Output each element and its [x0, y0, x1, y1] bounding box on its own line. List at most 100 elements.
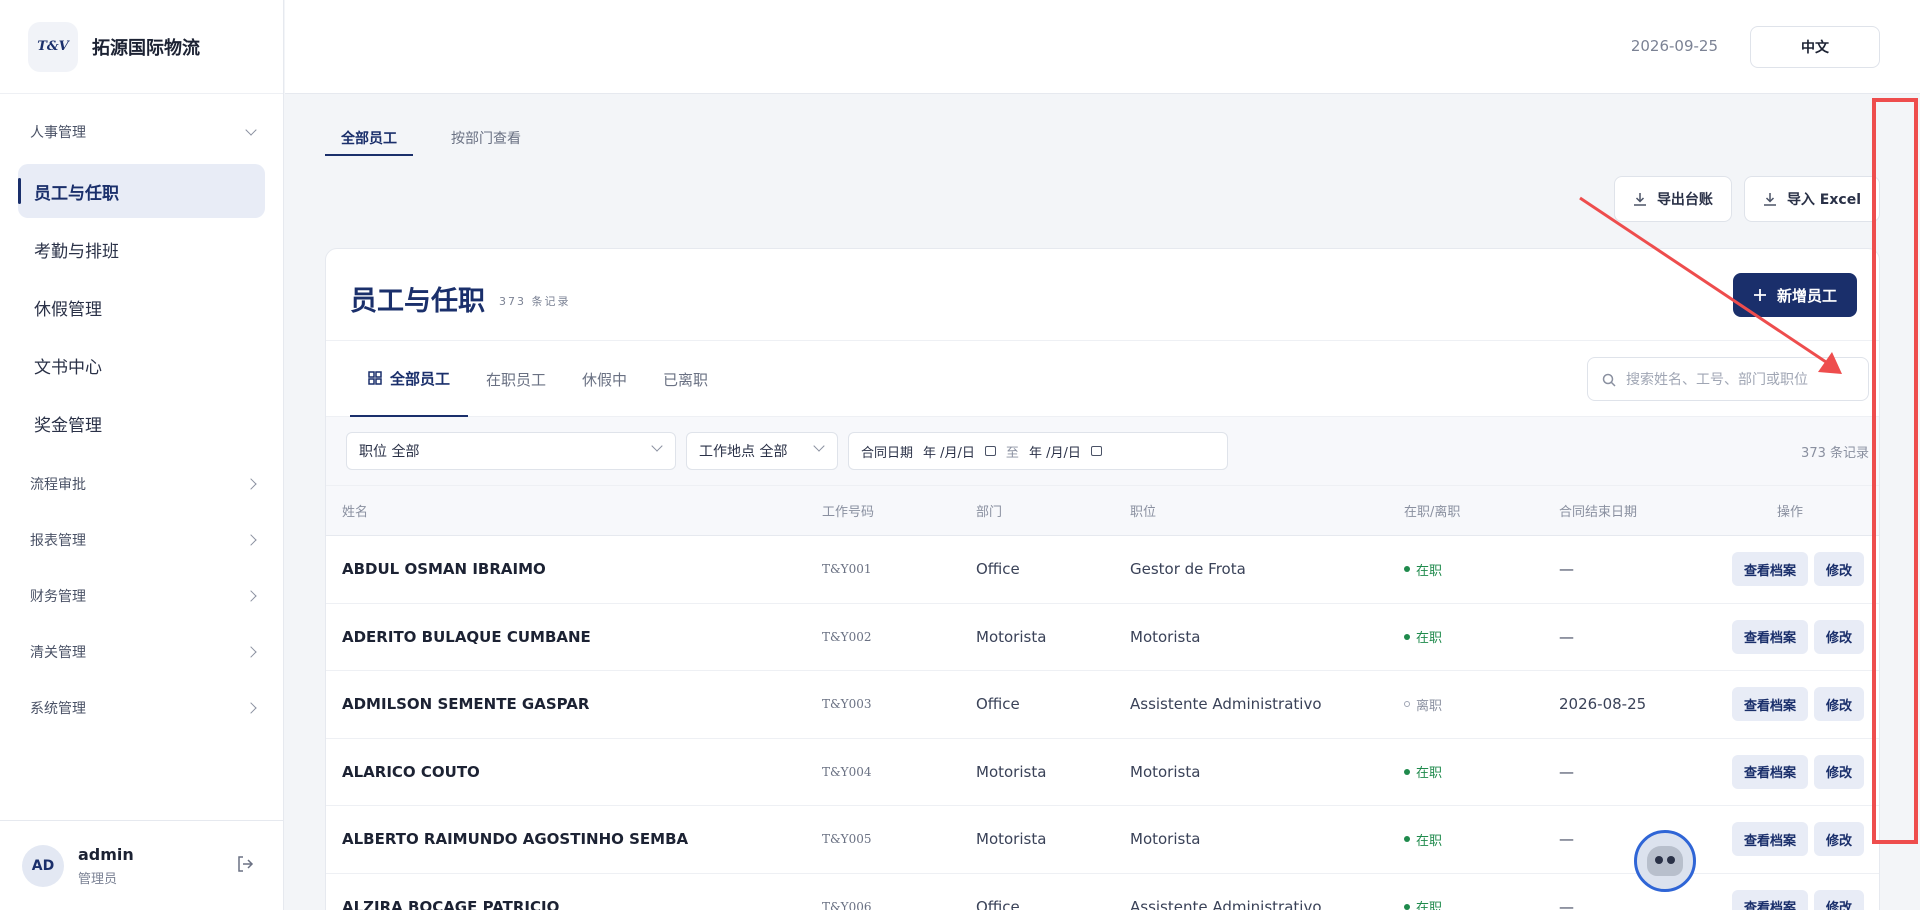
employee-name[interactable]: ABDUL OSMAN IBRAIMO: [326, 535, 806, 604]
calendar-icon[interactable]: [984, 446, 996, 456]
chevron-down-icon: [245, 124, 257, 136]
annotation-arrow: [1579, 196, 1842, 374]
main-tabs: 全部员工 按部门查看: [325, 128, 537, 156]
chevron-right-icon: [245, 478, 257, 490]
view-profile-button[interactable]: 查看档案: [1731, 687, 1808, 722]
contract-date-range[interactable]: 合同日期 年 /月/日 至 年 /月/日: [848, 432, 1228, 470]
employee-code: T&Y001: [806, 535, 960, 604]
page-title: 员工与任职: [350, 286, 485, 317]
assistant-bot-icon[interactable]: [1634, 830, 1696, 892]
date-separator: 至: [1005, 445, 1019, 461]
sidebar-item-attendance[interactable]: 考勤与排班: [18, 222, 265, 276]
status-dot-icon: [1404, 701, 1410, 708]
nav-group-system[interactable]: 系统管理: [0, 680, 283, 736]
status-cell: 在职: [1388, 738, 1543, 806]
employee-name[interactable]: ALARICO COUTO: [326, 738, 806, 806]
employee-name[interactable]: ADERITO BULAQUE CUMBANE: [326, 603, 806, 671]
logout-icon[interactable]: [236, 855, 254, 873]
filter-record-count: 373 条记录: [1801, 446, 1869, 461]
column-header: 操作: [1693, 485, 1879, 536]
status-badge: 在职: [1404, 762, 1543, 781]
employee-position: Assistente Administrativo: [1114, 873, 1388, 910]
employee-position: Motorista: [1114, 738, 1388, 806]
table-header-row: 姓名 工作号码 部门 职位 在职/离职 合同结束日期 操作: [326, 485, 1879, 536]
filter-label: 职位: [359, 444, 387, 460]
language-button[interactable]: 中文: [1750, 26, 1880, 68]
employee-name[interactable]: ADMILSON SEMENTE GASPAR: [326, 670, 806, 739]
nav-group-finance[interactable]: 财务管理: [0, 568, 283, 624]
annotation-highlight-box: [1872, 98, 1918, 844]
column-header[interactable]: 姓名: [326, 485, 806, 536]
view-profile-button[interactable]: 查看档案: [1731, 619, 1808, 654]
tab-active-staff[interactable]: 在职员工: [468, 341, 564, 417]
contract-end-date: 2026-08-25: [1543, 670, 1693, 739]
date-from-input[interactable]: 年 /月/日: [923, 442, 975, 461]
filter-bar: 职位 全部 工作地点 全部 合同日期 年 /月/日 至 年 /月/日 373 条…: [326, 417, 1879, 485]
edit-button[interactable]: 修改: [1814, 687, 1865, 722]
nav-group-hr[interactable]: 人事管理: [0, 104, 283, 160]
location-select[interactable]: 工作地点 全部: [686, 432, 838, 470]
sidebar: T&V 拓源国际物流 人事管理 员工与任职 考勤与排班 休假管理 文书中心 奖金…: [0, 0, 284, 910]
user-name: admin: [78, 844, 134, 864]
user-role: 管理员: [78, 871, 118, 887]
employee-department: Office: [960, 873, 1114, 910]
sidebar-item-leave[interactable]: 休假管理: [18, 280, 265, 334]
table-row: ADERITO BULAQUE CUMBANE T&Y002 Motorista Mo…: [326, 603, 1879, 671]
status-badge: 在职: [1404, 830, 1543, 849]
edit-button[interactable]: 修改: [1814, 619, 1865, 654]
chevron-right-icon: [245, 534, 257, 546]
employee-department: Office: [960, 670, 1114, 739]
edit-button[interactable]: 修改: [1814, 552, 1865, 587]
calendar-icon[interactable]: [1090, 446, 1102, 456]
column-header[interactable]: 合同结束日期: [1543, 485, 1693, 536]
status-badge: 在职: [1404, 560, 1543, 579]
chevron-down-icon: [813, 440, 825, 452]
employee-position: Motorista: [1114, 603, 1388, 671]
status-dot-icon: [1404, 903, 1410, 910]
sidebar-item-documents[interactable]: 文书中心: [18, 338, 265, 392]
tab-resigned[interactable]: 已离职: [645, 341, 726, 417]
tab-all-employees[interactable]: 全部员工: [325, 128, 413, 156]
tab-label: 全部员工: [390, 369, 451, 388]
nav-group-approval[interactable]: 流程审批: [0, 456, 283, 512]
sidebar-item-employees[interactable]: 员工与任职: [18, 164, 265, 218]
view-profile-button[interactable]: 查看档案: [1731, 754, 1808, 789]
nav-group-label: 系统管理: [30, 701, 86, 717]
nav-group-label: 财务管理: [30, 589, 86, 605]
filter-value: 全部: [391, 444, 420, 460]
top-header: 2026-09-25 中文: [285, 0, 1920, 94]
chevron-right-icon: [245, 590, 257, 602]
actions-cell: 查看档案 修改: [1693, 603, 1879, 671]
view-profile-button[interactable]: 查看档案: [1731, 889, 1808, 910]
employee-name[interactable]: ALBERTO RAIMUNDO AGOSTINHO SEMBA: [326, 805, 806, 874]
edit-button[interactable]: 修改: [1814, 822, 1865, 857]
nav-group-label: 人事管理: [30, 125, 86, 141]
contract-end-date: —: [1543, 738, 1693, 806]
employee-department: Motorista: [960, 603, 1114, 671]
tab-by-department[interactable]: 按部门查看: [435, 128, 537, 156]
employee-name[interactable]: ALZIRA BOCAGE PATRICIO: [326, 873, 806, 910]
employee-department: Motorista: [960, 805, 1114, 874]
employee-code: T&Y005: [806, 805, 960, 874]
record-count-badge: 373 条记录: [499, 295, 571, 308]
status-cell: 在职: [1388, 805, 1543, 874]
nav-group-reports[interactable]: 报表管理: [0, 512, 283, 568]
column-header[interactable]: 工作号码: [806, 485, 960, 536]
employee-code: T&Y003: [806, 670, 960, 739]
view-profile-button[interactable]: 查看档案: [1731, 552, 1808, 587]
edit-button[interactable]: 修改: [1814, 754, 1865, 789]
column-header[interactable]: 部门: [960, 485, 1114, 536]
view-profile-button[interactable]: 查看档案: [1731, 822, 1808, 857]
column-header[interactable]: 在职/离职: [1388, 485, 1543, 536]
position-select[interactable]: 职位 全部: [346, 432, 676, 470]
tab-on-leave[interactable]: 休假中: [564, 341, 645, 417]
column-header[interactable]: 职位: [1114, 485, 1388, 536]
edit-button[interactable]: 修改: [1814, 889, 1865, 910]
tab-all[interactable]: 全部员工: [350, 341, 469, 417]
employee-code: T&Y006: [806, 873, 960, 910]
sidebar-item-bonus[interactable]: 奖金管理: [18, 396, 265, 450]
status-cell: 在职: [1388, 535, 1543, 604]
nav-group-customs[interactable]: 清关管理: [0, 624, 283, 680]
actions-cell: 查看档案 修改: [1693, 738, 1879, 806]
date-to-input[interactable]: 年 /月/日: [1029, 442, 1081, 461]
